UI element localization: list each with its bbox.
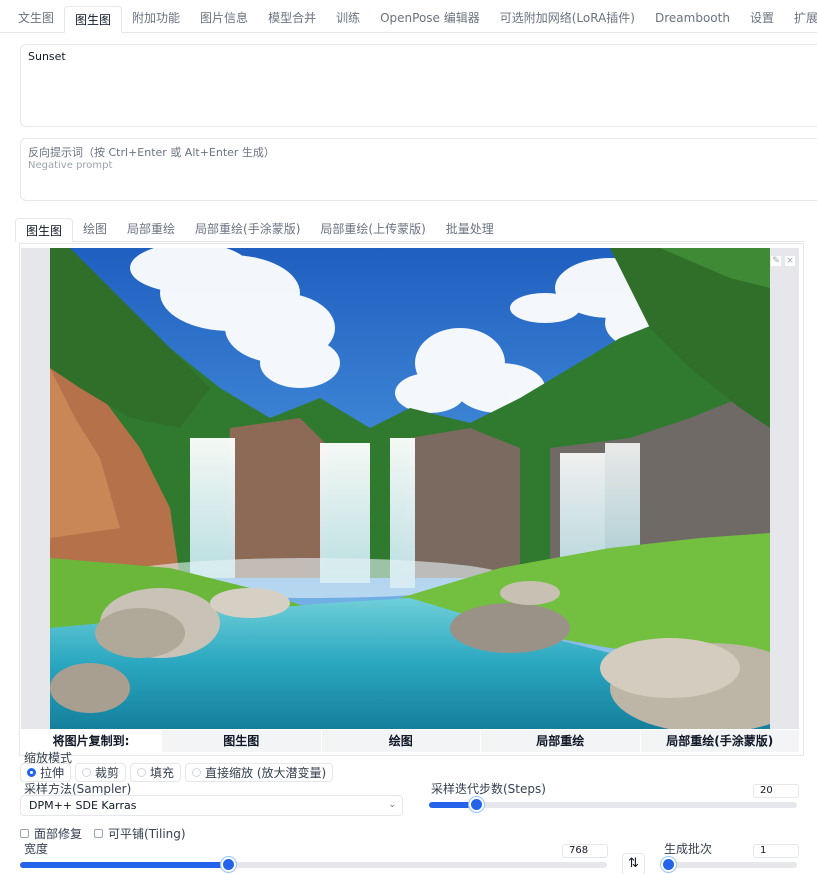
width-slider[interactable] xyxy=(20,857,607,872)
width-slider-fill xyxy=(20,862,229,868)
batch-count-slider[interactable] xyxy=(661,857,797,872)
tab-dreambooth[interactable]: Dreambooth xyxy=(645,5,740,32)
tab-extensions[interactable]: 扩展 xyxy=(784,5,817,32)
copy-to-inpaint-sketch-button[interactable]: 局部重绘(手涂蒙版) xyxy=(639,730,799,752)
top-tab-bar: 文生图 图生图 附加功能 图片信息 模型合并 训练 OpenPose 编辑器 可… xyxy=(0,0,817,33)
edit-image-icon[interactable]: ✎ xyxy=(770,255,782,267)
input-image-area[interactable]: ✎ × xyxy=(21,248,799,729)
prompt-input[interactable]: Sunset xyxy=(20,44,817,127)
subtab-inpaint-sketch[interactable]: 局部重绘(手涂蒙版) xyxy=(185,217,310,241)
steps-label: 采样迭代步数(Steps) xyxy=(431,782,546,796)
resize-mode-fill-radio[interactable]: 填充 xyxy=(130,763,182,782)
image-upload-panel: ✎ × 将图片复制到: 图生图 绘图 局部重绘 局部重绘(手涂蒙版) xyxy=(19,243,804,756)
tiling-label: 可平铺(Tiling) xyxy=(108,827,186,841)
tab-settings[interactable]: 设置 xyxy=(740,5,784,32)
radio-unselected-icon xyxy=(82,768,92,777)
checkbox-icon xyxy=(94,829,104,838)
resize-mode-stretch-label: 拉伸 xyxy=(40,766,65,780)
close-image-icon[interactable]: × xyxy=(784,255,796,267)
sampler-value: DPM++ SDE Karras xyxy=(29,799,137,812)
batch-count-label: 生成批次 xyxy=(664,842,713,856)
batch-count-slider-handle[interactable] xyxy=(661,857,676,872)
radio-unselected-icon xyxy=(192,768,202,777)
width-number-input[interactable]: 768 xyxy=(562,844,608,858)
tab-train[interactable]: 训练 xyxy=(326,5,370,32)
tab-checkpoint-merger[interactable]: 模型合并 xyxy=(258,5,326,32)
negative-prompt-label: 反向提示词（按 Ctrl+Enter 或 Alt+Enter 生成） xyxy=(28,146,275,159)
negative-prompt-input[interactable]: 反向提示词（按 Ctrl+Enter 或 Alt+Enter 生成） Negat… xyxy=(20,138,817,201)
subtab-sketch[interactable]: 绘图 xyxy=(73,217,117,241)
steps-number-input[interactable]: 20 xyxy=(753,784,799,798)
steps-slider-handle[interactable] xyxy=(468,797,484,812)
batch-count-number-input[interactable]: 1 xyxy=(753,844,799,858)
img2img-mode-tabs: 图生图 绘图 局部重绘 局部重绘(手涂蒙版) 局部重绘(上传蒙版) 批量处理 xyxy=(15,217,805,242)
copy-to-inpaint-button[interactable]: 局部重绘 xyxy=(480,730,640,752)
tab-png-info[interactable]: 图片信息 xyxy=(190,5,258,32)
resize-mode-crop-label: 裁剪 xyxy=(95,766,120,780)
subtab-batch[interactable]: 批量处理 xyxy=(436,217,504,241)
swap-dimensions-button[interactable]: ⇅ xyxy=(622,853,645,874)
prompt-text: Sunset xyxy=(28,50,66,63)
negative-prompt-placeholder: Negative prompt xyxy=(28,160,113,171)
subtab-inpaint[interactable]: 局部重绘 xyxy=(117,217,185,241)
swap-icon: ⇅ xyxy=(628,856,639,871)
chevron-down-icon: ⌄ xyxy=(388,800,396,810)
waterfall-landscape-image xyxy=(50,248,770,729)
subtab-img2img[interactable]: 图生图 xyxy=(15,218,74,242)
resize-mode-fill-label: 填充 xyxy=(150,766,175,780)
resize-mode-latent-radio[interactable]: 直接缩放 (放大潜变量) xyxy=(185,763,334,782)
checkbox-icon xyxy=(20,829,29,838)
steps-slider[interactable] xyxy=(429,797,797,812)
tab-additional-networks[interactable]: 可选附加网络(LoRA插件) xyxy=(490,5,645,32)
tab-txt2img[interactable]: 文生图 xyxy=(8,5,64,32)
copy-image-to-row: 将图片复制到: 图生图 绘图 局部重绘 局部重绘(手涂蒙版) xyxy=(21,730,799,752)
width-label: 宽度 xyxy=(24,842,49,856)
tab-extras[interactable]: 附加功能 xyxy=(122,5,190,32)
width-slider-handle[interactable] xyxy=(221,857,237,872)
tab-openpose-editor[interactable]: OpenPose 编辑器 xyxy=(370,5,490,32)
copy-to-sketch-button[interactable]: 绘图 xyxy=(320,730,480,752)
radio-selected-icon xyxy=(27,768,36,777)
radio-unselected-icon xyxy=(137,768,147,777)
sampler-dropdown[interactable]: DPM++ SDE Karras ⌄ xyxy=(20,795,403,816)
resize-mode-latent-label: 直接缩放 (放大潜变量) xyxy=(205,766,327,780)
tab-img2img[interactable]: 图生图 xyxy=(64,6,123,33)
tiling-checkbox[interactable]: 可平铺(Tiling) xyxy=(94,825,186,842)
subtab-inpaint-upload[interactable]: 局部重绘(上传蒙版) xyxy=(310,217,435,241)
copy-to-img2img-button[interactable]: 图生图 xyxy=(161,730,321,752)
